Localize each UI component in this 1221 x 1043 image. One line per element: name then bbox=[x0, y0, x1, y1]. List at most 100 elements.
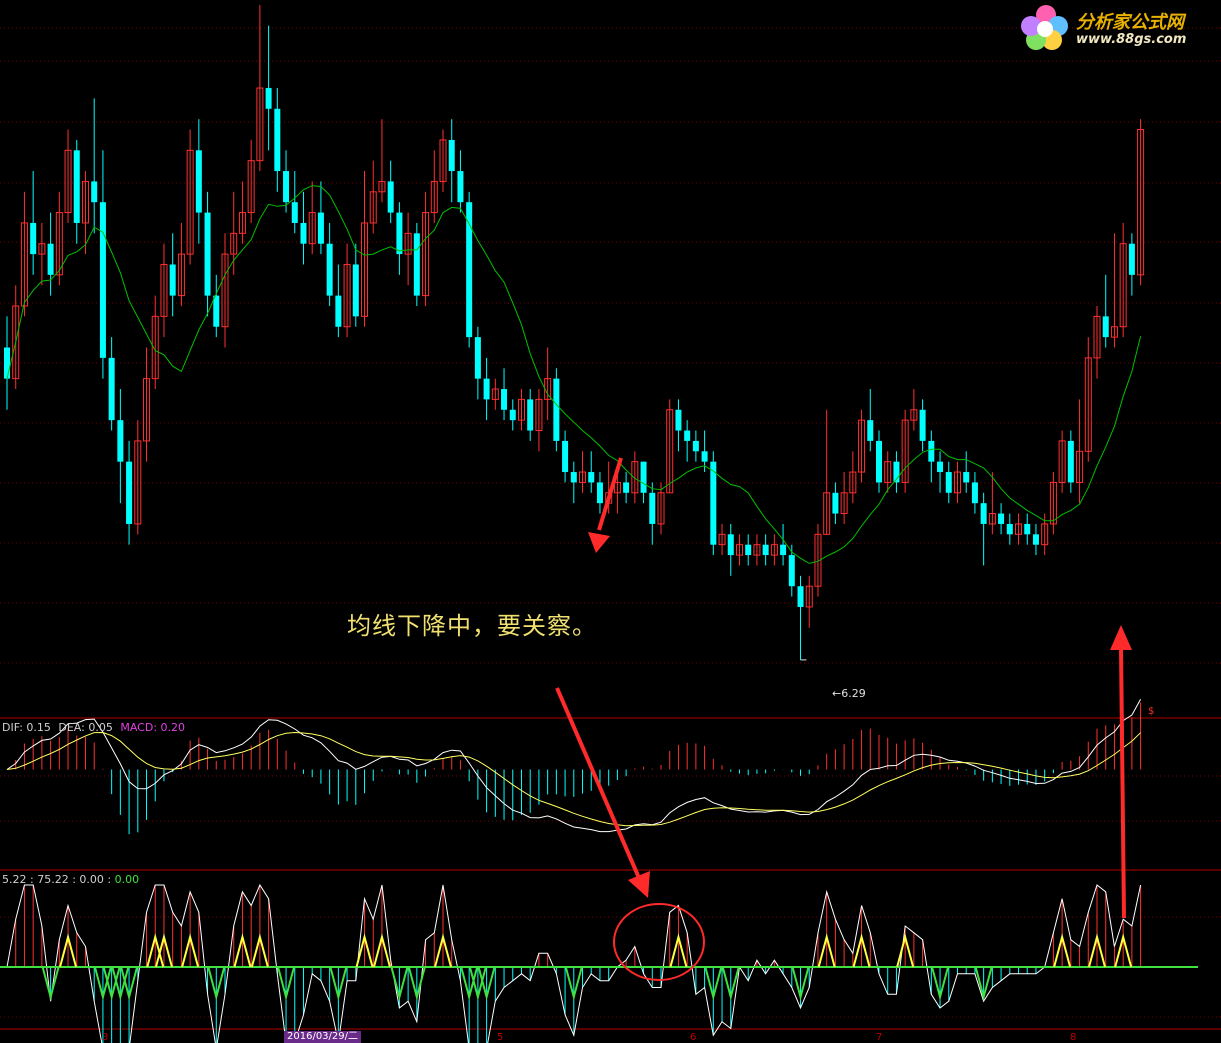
candle-body bbox=[117, 420, 124, 462]
candle-body bbox=[126, 461, 133, 524]
candle-body bbox=[448, 139, 455, 172]
candle-body bbox=[352, 264, 359, 317]
candle-body bbox=[1128, 243, 1135, 275]
dollar-mark: $ bbox=[1148, 706, 1155, 717]
candle-body bbox=[623, 482, 630, 493]
candle-body bbox=[466, 202, 473, 338]
annotation-arrowhead bbox=[588, 532, 610, 553]
candle-body bbox=[596, 482, 603, 504]
dea-label: DEA: 0.05 bbox=[58, 721, 113, 734]
logo-url: www.88gs.com bbox=[1076, 32, 1187, 47]
flower-icon bbox=[1021, 5, 1068, 50]
candle-body bbox=[998, 513, 1005, 524]
candle-body bbox=[945, 472, 952, 493]
candle-body bbox=[213, 295, 220, 327]
candle-body bbox=[474, 337, 481, 379]
osc-legend: 5.22 : 75.22 : 0.00 : 0.00 bbox=[2, 873, 140, 886]
osc-v3: 0.00 bbox=[79, 873, 104, 886]
x-tick-label: 6 bbox=[690, 1032, 697, 1043]
candle-body bbox=[91, 181, 98, 203]
candle-body bbox=[483, 378, 490, 400]
dif-label: DIF: 0.15 bbox=[2, 721, 51, 734]
candle-body bbox=[300, 222, 307, 244]
chart-svg bbox=[0, 5, 1221, 1043]
annotation-text: 均线下降中，要关察。 bbox=[347, 612, 597, 640]
candle-body bbox=[675, 409, 682, 431]
candle-body bbox=[108, 357, 115, 421]
candle-body bbox=[195, 150, 202, 213]
candle-body bbox=[692, 440, 699, 452]
osc-v2: 75.22 bbox=[37, 873, 69, 886]
candle-body bbox=[291, 202, 298, 223]
site-logo: 分析家公式网 www.88gs.com bbox=[1018, 2, 1218, 54]
candle-body bbox=[1067, 440, 1074, 483]
candle-body bbox=[797, 586, 804, 607]
candle-body bbox=[971, 482, 978, 504]
candle-body bbox=[745, 544, 752, 556]
candle-body bbox=[562, 440, 569, 473]
candle-body bbox=[99, 202, 106, 358]
candle-body bbox=[274, 108, 281, 172]
candle-body bbox=[204, 212, 211, 296]
ma-line bbox=[6, 185, 1142, 564]
annotation-circle bbox=[613, 903, 705, 981]
date-label: 2016/03/29/二 bbox=[284, 1031, 362, 1043]
candle-body bbox=[47, 243, 54, 275]
candle-body bbox=[1102, 316, 1109, 338]
candle-body bbox=[710, 461, 717, 545]
candle-body bbox=[876, 440, 882, 483]
macd-legend: DIF: 0.15 DEA: 0.05 MACD: 0.20 bbox=[2, 721, 185, 734]
candle-body bbox=[1006, 523, 1013, 535]
candle-body bbox=[937, 461, 944, 473]
candle-body bbox=[527, 399, 534, 431]
candle-body bbox=[1024, 523, 1031, 535]
candle-body bbox=[919, 409, 926, 441]
candle-body bbox=[265, 88, 272, 109]
osc-v1: 5.22 bbox=[2, 873, 27, 886]
candle-body bbox=[867, 420, 874, 441]
dif-line bbox=[6, 698, 1142, 833]
candle-body bbox=[684, 430, 691, 441]
candle-body bbox=[588, 472, 595, 483]
candle-body bbox=[326, 243, 333, 296]
candle-body bbox=[73, 150, 80, 223]
candle-body bbox=[788, 555, 795, 587]
candle-body bbox=[980, 503, 987, 524]
annotation-arrow-shaft bbox=[555, 687, 641, 879]
candle-body bbox=[317, 212, 324, 244]
candle-body bbox=[832, 492, 839, 514]
candle-body bbox=[963, 472, 970, 483]
candle-body bbox=[640, 461, 647, 493]
x-tick-label: 5 bbox=[497, 1032, 504, 1043]
candle-body bbox=[283, 171, 290, 203]
low-marker-arrow: ← bbox=[832, 687, 842, 700]
osc-v4: 0.00 bbox=[114, 873, 140, 886]
candle-body bbox=[570, 472, 577, 483]
candle-body bbox=[501, 389, 508, 410]
macd-label: MACD: 0.20 bbox=[120, 721, 186, 734]
chart-stage: DIF: 0.15 DEA: 0.05 MACD: 0.20 5.22 : 75… bbox=[0, 0, 1221, 1043]
candle-body bbox=[701, 451, 708, 462]
candle-body bbox=[396, 212, 403, 255]
low-marker-label: ←6.29 bbox=[832, 687, 866, 700]
x-tick-label: 7 bbox=[876, 1032, 883, 1043]
candle-body bbox=[780, 544, 787, 556]
candle-body bbox=[1032, 534, 1039, 545]
candle-body bbox=[509, 409, 516, 421]
candle-body bbox=[335, 295, 342, 327]
candle-body bbox=[457, 171, 464, 203]
candle-body bbox=[30, 222, 37, 255]
candle-body bbox=[169, 264, 176, 296]
x-tick-label: 3 bbox=[102, 1032, 109, 1043]
candle-body bbox=[928, 440, 935, 462]
candle-body bbox=[649, 492, 656, 524]
annotation-arrowhead bbox=[1110, 625, 1132, 650]
candle-body bbox=[387, 181, 394, 213]
low-marker-value: 6.29 bbox=[841, 687, 866, 700]
x-tick-label: 8 bbox=[1070, 1032, 1077, 1043]
annotation-arrow-shaft bbox=[1119, 647, 1126, 919]
candle-body bbox=[727, 534, 734, 556]
candle-body bbox=[4, 347, 10, 379]
logo-title: 分析家公式网 bbox=[1076, 12, 1184, 33]
candle-body bbox=[413, 233, 420, 296]
